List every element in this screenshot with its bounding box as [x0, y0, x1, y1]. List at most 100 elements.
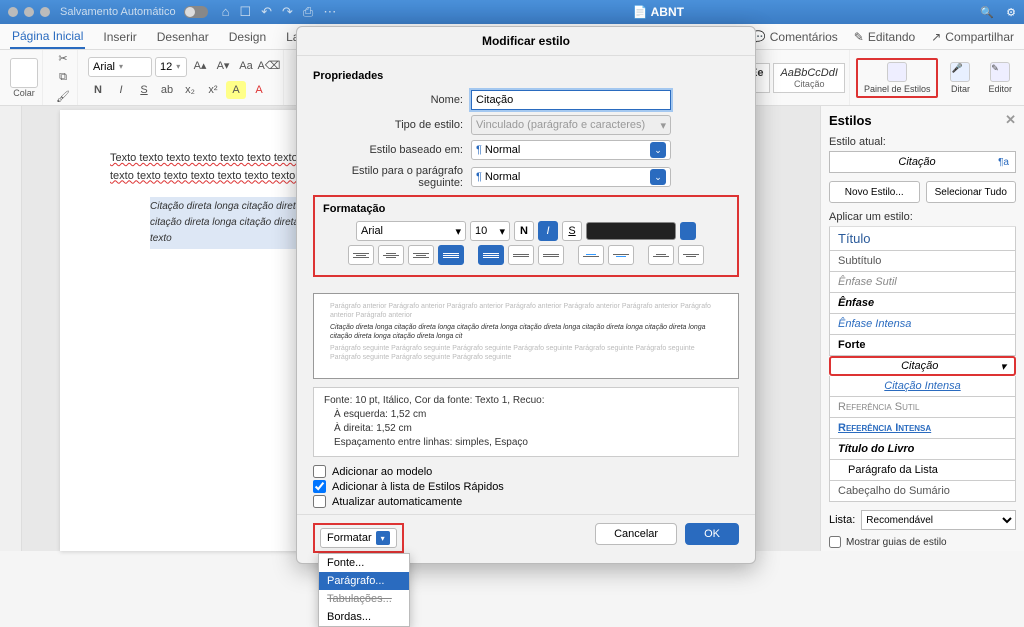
- fmt-color-dropdown[interactable]: [680, 222, 696, 240]
- style-item-ref-sutil[interactable]: Referência Sutil: [829, 397, 1016, 418]
- next-para-label: Estilo para o parágrafo seguinte:: [313, 165, 463, 189]
- chk-style-guides[interactable]: Mostrar guias de estilo: [829, 536, 1016, 548]
- style-citacao[interactable]: AaBbCcDdI Citação: [773, 63, 844, 93]
- current-style-box[interactable]: Citação ¶a: [829, 151, 1016, 173]
- tab-insert[interactable]: Inserir: [101, 26, 138, 48]
- change-case-icon[interactable]: Aa: [236, 57, 256, 75]
- autosave-toggle[interactable]: [184, 6, 208, 18]
- subscript-icon[interactable]: x₂: [180, 81, 200, 99]
- print-icon[interactable]: ⎙: [303, 4, 313, 20]
- copy-icon[interactable]: ⧉: [53, 69, 73, 86]
- chk-add-template[interactable]: Adicionar ao modelo: [313, 465, 739, 478]
- spacing-15-button[interactable]: [508, 245, 534, 265]
- indent-left-button[interactable]: [648, 245, 674, 265]
- fmt-bold-button[interactable]: N: [514, 221, 534, 241]
- next-para-select[interactable]: ¶Normal⌄: [471, 167, 671, 187]
- menu-paragrafo[interactable]: Parágrafo...: [319, 572, 409, 590]
- type-select: Vinculado (parágrafo e caracteres)▾: [471, 115, 671, 135]
- menu-bordas[interactable]: Bordas...: [319, 608, 409, 626]
- underline-button[interactable]: S: [134, 81, 154, 99]
- panel-title: Estilos✕: [829, 112, 1016, 128]
- align-right-button[interactable]: [408, 245, 434, 265]
- font-select[interactable]: Arial▾: [88, 57, 152, 77]
- fmt-color-bar[interactable]: [586, 222, 676, 240]
- indent-right-button[interactable]: [678, 245, 704, 265]
- new-style-button[interactable]: Novo Estilo...: [829, 181, 920, 203]
- space-before-button[interactable]: [578, 245, 604, 265]
- fmt-underline-button[interactable]: S: [562, 221, 582, 241]
- tab-draw[interactable]: Desenhar: [155, 26, 211, 48]
- name-input[interactable]: [471, 90, 671, 110]
- space-after-button[interactable]: [608, 245, 634, 265]
- search-icon[interactable]: 🔍: [980, 6, 994, 19]
- format-button[interactable]: Formatar▾: [320, 528, 397, 548]
- close-icon[interactable]: ✕: [1005, 112, 1016, 128]
- cancel-button[interactable]: Cancelar: [595, 523, 677, 545]
- style-item-ref-int[interactable]: Referência Intensa: [829, 418, 1016, 439]
- dictate-button[interactable]: 🎤 Ditar: [944, 60, 976, 96]
- style-preview: Parágrafo anterior Parágrafo anterior Pa…: [313, 293, 739, 379]
- style-description: Fonte: 10 pt, Itálico, Cor da fonte: Tex…: [313, 387, 739, 457]
- type-label: Tipo de estilo:: [313, 119, 463, 131]
- superscript-icon[interactable]: x²: [203, 81, 223, 99]
- save-icon[interactable]: ☐: [239, 4, 251, 20]
- styles-pane-button[interactable]: Painel de Estilos: [856, 58, 939, 98]
- home-icon[interactable]: ⌂: [222, 4, 230, 20]
- traffic-lights[interactable]: [8, 7, 50, 17]
- tab-editing[interactable]: ✎ Editando: [854, 30, 915, 44]
- menu-tabulacoes[interactable]: Tabulações...: [319, 590, 409, 608]
- align-justify-button[interactable]: [438, 245, 464, 265]
- fmt-size-select[interactable]: 10▾: [470, 221, 510, 241]
- redo-icon[interactable]: ↷: [282, 4, 293, 20]
- editor-button[interactable]: ✎ Editor: [982, 60, 1018, 96]
- tab-comments[interactable]: 💬 Comentários: [751, 30, 838, 44]
- style-item-enf-int[interactable]: Ênfase Intensa: [829, 314, 1016, 335]
- spacing-2-button[interactable]: [538, 245, 564, 265]
- section-formatting: Formatação: [323, 203, 729, 215]
- select-all-button[interactable]: Selecionar Tudo: [926, 181, 1017, 203]
- style-list: Título Subtítulo Ênfase Sutil Ênfase Ênf…: [829, 226, 1016, 502]
- cut-icon[interactable]: ✂: [53, 50, 73, 67]
- settings-icon[interactable]: ⚙: [1006, 6, 1016, 19]
- style-item-citacao[interactable]: Citação▾: [829, 356, 1016, 376]
- style-item-subtitulo[interactable]: Subtítulo: [829, 251, 1016, 272]
- clear-format-icon[interactable]: A⌫: [259, 57, 279, 75]
- style-item-enf-sutil[interactable]: Ênfase Sutil: [829, 272, 1016, 293]
- shrink-font-icon[interactable]: A▾: [213, 57, 233, 75]
- grow-font-icon[interactable]: A▴: [190, 57, 210, 75]
- menu-fonte[interactable]: Fonte...: [319, 554, 409, 572]
- fmt-font-select[interactable]: Arial▾: [356, 221, 466, 241]
- style-item-forte[interactable]: Forte: [829, 335, 1016, 356]
- style-item-tit-livro[interactable]: Título do Livro: [829, 439, 1016, 460]
- align-left-button[interactable]: [348, 245, 374, 265]
- italic-button[interactable]: I: [111, 81, 131, 99]
- tab-design[interactable]: Design: [227, 26, 268, 48]
- undo-icon[interactable]: ↶: [261, 4, 272, 20]
- strike-icon[interactable]: ab: [157, 81, 177, 99]
- style-item-par-lista[interactable]: Parágrafo da Lista: [829, 460, 1016, 481]
- tab-home[interactable]: Página Inicial: [10, 25, 85, 49]
- format-painter-icon[interactable]: 🖌: [53, 88, 73, 105]
- chk-quick-styles[interactable]: Adicionar à lista de Estilos Rápidos: [313, 480, 739, 493]
- style-item-cab-sum[interactable]: Cabeçalho do Sumário: [829, 481, 1016, 502]
- font-size-select[interactable]: 12▾: [155, 57, 187, 77]
- based-on-label: Estilo baseado em:: [313, 144, 463, 156]
- highlight-icon[interactable]: A: [226, 81, 246, 99]
- style-item-enfase[interactable]: Ênfase: [829, 293, 1016, 314]
- chk-auto-update[interactable]: Atualizar automaticamente: [313, 495, 739, 508]
- chevron-down-icon[interactable]: ▾: [1000, 360, 1006, 373]
- bold-button[interactable]: N: [88, 81, 108, 99]
- align-center-button[interactable]: [378, 245, 404, 265]
- spacing-1-button[interactable]: [478, 245, 504, 265]
- style-item-cit-int[interactable]: Citação Intensa: [829, 376, 1016, 397]
- paste-button[interactable]: [10, 58, 38, 88]
- ok-button[interactable]: OK: [685, 523, 739, 545]
- style-item-titulo[interactable]: Título: [829, 227, 1016, 251]
- list-select[interactable]: Recomendável: [861, 510, 1016, 530]
- fmt-italic-button[interactable]: I: [538, 221, 558, 241]
- font-color-icon[interactable]: A: [249, 81, 269, 99]
- tab-share[interactable]: ↗ Compartilhar: [931, 30, 1014, 44]
- more-icon[interactable]: ⋯: [323, 4, 336, 20]
- based-on-select[interactable]: ¶Normal⌄: [471, 140, 671, 160]
- name-label: Nome:: [313, 94, 463, 106]
